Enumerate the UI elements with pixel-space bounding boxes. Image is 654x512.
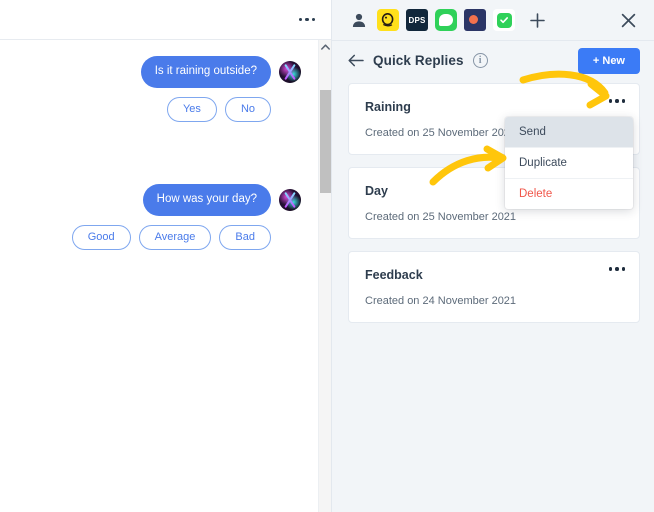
scrollbar-up-button[interactable] bbox=[319, 40, 331, 54]
dps-icon[interactable]: DPS bbox=[406, 9, 428, 31]
dot bbox=[615, 99, 619, 103]
avatar bbox=[279, 188, 301, 211]
dot bbox=[621, 267, 625, 271]
dot bbox=[608, 99, 612, 103]
dot bbox=[608, 267, 612, 271]
avatar bbox=[279, 60, 301, 83]
quick-reply-card-feedback[interactable]: Feedback Created on 24 November 2021 bbox=[348, 251, 640, 323]
new-quick-reply-button[interactable]: + New bbox=[577, 47, 640, 74]
plus-icon bbox=[529, 12, 545, 28]
checkbox-icon[interactable] bbox=[493, 9, 515, 31]
chevron-up-icon bbox=[320, 44, 330, 50]
dot bbox=[311, 17, 315, 22]
chat-message-group: Is it raining outside? Yes No bbox=[16, 56, 301, 122]
quick-reply-created: Created on 24 November 2021 bbox=[365, 295, 517, 307]
quick-reply-chips: Good Average Bad bbox=[16, 224, 301, 250]
reply-chip-yes[interactable]: Yes bbox=[166, 96, 217, 122]
raining-menu-button[interactable] bbox=[608, 99, 625, 103]
duplicate-menu-item[interactable]: Duplicate bbox=[505, 148, 633, 179]
quick-reply-created: Created on 25 November 2021 bbox=[365, 211, 517, 223]
page-title: Quick Replies bbox=[373, 53, 464, 68]
message-bubble-glyph-icon bbox=[439, 14, 453, 26]
checkmark-icon bbox=[500, 17, 508, 24]
reply-chip-good[interactable]: Good bbox=[71, 224, 131, 250]
chat-menu-button[interactable] bbox=[298, 17, 315, 22]
dot bbox=[615, 267, 619, 271]
quick-replies-panel: DPS Quick Replies i + New Raining Create… bbox=[332, 0, 654, 512]
quick-reply-chips: Yes No bbox=[16, 96, 301, 122]
reply-chip-no[interactable]: No bbox=[224, 96, 271, 122]
messages-icon[interactable] bbox=[435, 9, 457, 31]
quick-reply-context-menu: Send Duplicate Delete bbox=[505, 117, 633, 209]
close-button[interactable] bbox=[616, 8, 640, 32]
chat-scrollbar[interactable] bbox=[318, 40, 331, 512]
chat-panel: Is it raining outside? Yes No How was yo… bbox=[0, 0, 332, 512]
dot bbox=[305, 17, 309, 22]
chat-bubble: How was your day? bbox=[142, 183, 271, 216]
info-icon[interactable]: i bbox=[472, 53, 488, 68]
panel-header: Quick Replies i + New bbox=[332, 41, 654, 80]
apps-bar: DPS bbox=[332, 0, 654, 41]
delete-menu-item[interactable]: Delete bbox=[505, 179, 633, 209]
add-app-button[interactable] bbox=[526, 9, 548, 31]
scrollbar-thumb[interactable] bbox=[320, 90, 331, 193]
chat-bubble: Is it raining outside? bbox=[140, 56, 271, 88]
person-icon[interactable] bbox=[348, 9, 370, 31]
send-menu-item[interactable]: Send bbox=[505, 117, 633, 148]
chat-message-group: How was your day? Good Average Bad bbox=[16, 183, 301, 250]
feedback-menu-button[interactable] bbox=[608, 267, 625, 271]
quick-reply-title: Feedback bbox=[365, 268, 423, 282]
back-button[interactable] bbox=[348, 54, 364, 67]
chat-message-row: Is it raining outside? bbox=[16, 56, 301, 88]
quick-reply-title: Raining bbox=[365, 100, 411, 114]
dribbble-icon[interactable] bbox=[464, 9, 486, 31]
dot bbox=[621, 99, 625, 103]
mailchimp-icon[interactable] bbox=[377, 9, 399, 31]
dribbble-glyph-icon bbox=[469, 15, 478, 24]
app-root: Is it raining outside? Yes No How was yo… bbox=[0, 0, 654, 512]
reply-chip-bad[interactable]: Bad bbox=[219, 224, 271, 250]
reply-chip-average[interactable]: Average bbox=[138, 224, 212, 250]
mailchimp-glyph-icon bbox=[381, 12, 394, 27]
check-glyph-icon bbox=[496, 12, 512, 28]
chat-header bbox=[0, 0, 331, 40]
dps-label: DPS bbox=[408, 15, 426, 25]
arrow-left-icon bbox=[348, 54, 364, 67]
chat-message-list: Is it raining outside? Yes No How was yo… bbox=[0, 40, 331, 512]
close-icon bbox=[621, 13, 635, 27]
person-glyph-icon bbox=[352, 13, 366, 27]
chat-message-row: How was your day? bbox=[16, 183, 301, 216]
dot bbox=[298, 17, 302, 22]
